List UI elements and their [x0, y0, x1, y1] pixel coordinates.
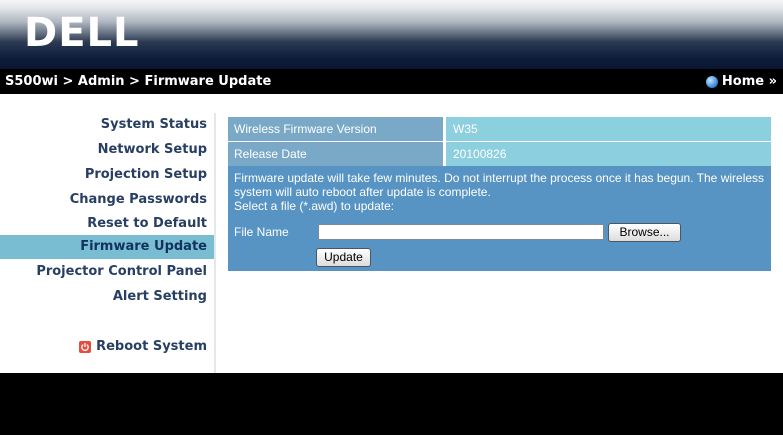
browse-button[interactable]: Browse...	[608, 222, 681, 242]
firmware-version-value: W35	[446, 117, 771, 141]
update-notice: Firmware update will take few minutes. D…	[234, 171, 765, 199]
globe-icon	[705, 75, 718, 88]
sidebar-divider	[214, 113, 216, 373]
sidebar-item-projector-control-panel[interactable]: Projector Control Panel	[0, 260, 214, 284]
select-file-hint: Select a file (*.awd) to update:	[234, 199, 395, 213]
dell-logo: DELL	[24, 10, 140, 56]
breadcrumb: S500wi > Admin > Firmware Update	[5, 74, 272, 89]
file-name-input[interactable]	[318, 224, 604, 240]
file-name-label: File Name	[234, 225, 289, 239]
footer-bar	[0, 373, 783, 435]
update-panel: Firmware update will take few minutes. D…	[228, 166, 771, 271]
sidebar-item-system-status[interactable]: System Status	[0, 113, 214, 137]
sidebar-item-change-passwords[interactable]: Change Passwords	[0, 188, 214, 212]
top-bar: S500wi > Admin > Firmware Update Home »	[0, 69, 783, 94]
release-date-value: 20100826	[446, 142, 771, 166]
file-row: File Name Browse...	[234, 222, 681, 242]
reboot-system-button[interactable]: Reboot System	[0, 335, 214, 359]
update-button[interactable]: Update	[316, 248, 371, 267]
sidebar: System Status Network Setup Projection S…	[0, 113, 214, 373]
sidebar-item-alert-setting[interactable]: Alert Setting	[0, 285, 214, 309]
sidebar-item-firmware-update[interactable]: Firmware Update	[0, 235, 214, 259]
firmware-version-label: Wireless Firmware Version	[228, 117, 443, 141]
reboot-label: Reboot System	[96, 339, 207, 354]
sidebar-item-network-setup[interactable]: Network Setup	[0, 138, 214, 162]
sidebar-item-projection-setup[interactable]: Projection Setup	[0, 163, 214, 187]
header-banner: DELL	[0, 0, 783, 69]
home-link[interactable]: Home »	[705, 69, 777, 94]
power-icon	[79, 341, 92, 353]
home-label: Home »	[721, 74, 777, 89]
sidebar-item-reset-to-default[interactable]: Reset to Default	[0, 212, 214, 236]
release-date-label: Release Date	[228, 142, 443, 166]
